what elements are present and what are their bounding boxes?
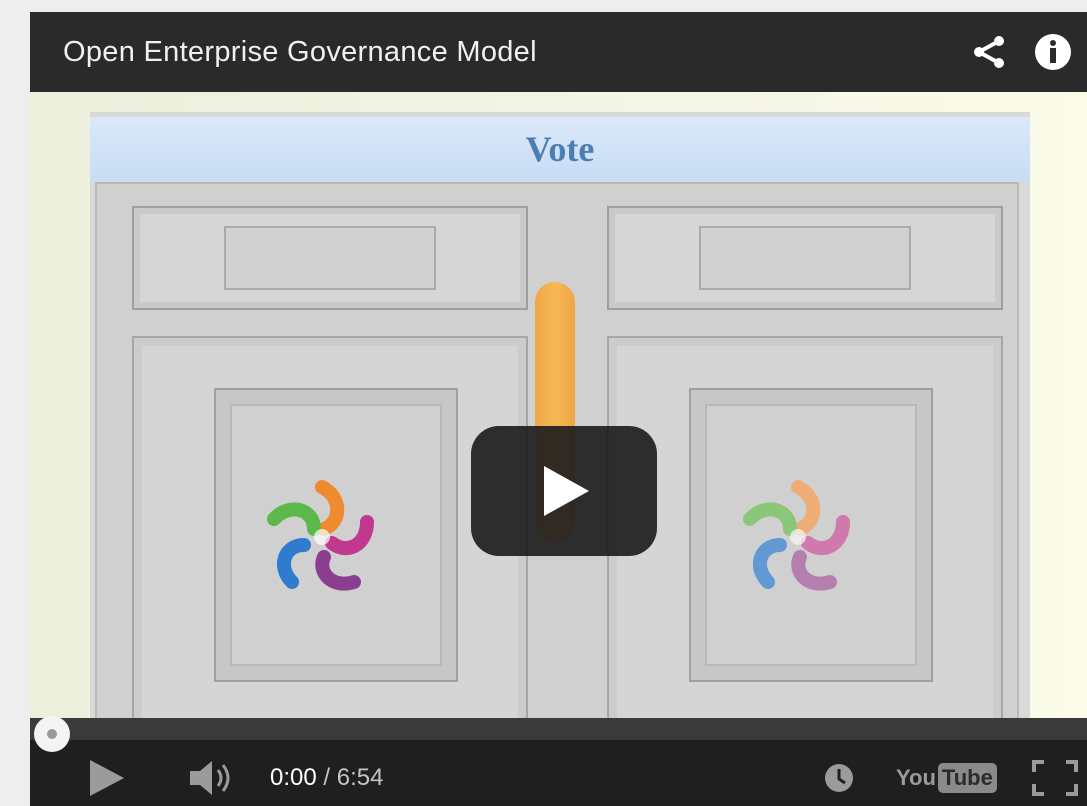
youtube-tube: Tube bbox=[937, 763, 997, 793]
title-actions bbox=[969, 32, 1073, 72]
video-frame[interactable]: Vote bbox=[30, 92, 1087, 718]
total-time: 6:54 bbox=[336, 764, 384, 791]
progress-scrubber[interactable] bbox=[30, 715, 74, 753]
play-icon bbox=[544, 466, 589, 516]
time-display: 0:00 / 6:54 bbox=[270, 758, 383, 798]
fullscreen-icon bbox=[1032, 760, 1078, 796]
vote-banner-text: Vote bbox=[525, 129, 595, 169]
play-icon bbox=[90, 760, 124, 796]
large-play-button[interactable] bbox=[471, 426, 657, 556]
cabinet-drawer-left bbox=[132, 206, 528, 310]
drawer-panel bbox=[224, 226, 436, 290]
progress-bar[interactable] bbox=[30, 718, 1087, 740]
youtube-logo[interactable]: You Tube bbox=[896, 758, 997, 798]
cabinet-drawer-right bbox=[607, 206, 1003, 310]
fullscreen-button[interactable] bbox=[1030, 758, 1080, 798]
youtube-you: You bbox=[896, 765, 936, 790]
vote-banner: Vote bbox=[90, 117, 1030, 181]
control-bar: 0:00 / 6:54 You Tube bbox=[30, 715, 1087, 806]
play-button[interactable] bbox=[88, 758, 126, 798]
info-icon[interactable] bbox=[1033, 32, 1073, 72]
video-title[interactable]: Open Enterprise Governance Model bbox=[63, 36, 537, 69]
watch-later-button[interactable] bbox=[822, 758, 856, 798]
open-enterprise-logo-icon bbox=[738, 477, 858, 602]
drawer-panel bbox=[699, 226, 911, 290]
video-player[interactable]: Open Enterprise Governance Model Vote 0:… bbox=[30, 12, 1087, 806]
open-enterprise-logo-icon bbox=[262, 477, 382, 602]
watch-later-icon bbox=[825, 764, 853, 792]
title-bar: Open Enterprise Governance Model bbox=[30, 12, 1087, 92]
volume-icon bbox=[190, 761, 230, 795]
time-separator: / bbox=[316, 764, 337, 791]
current-time: 0:00 bbox=[270, 764, 317, 791]
share-icon[interactable] bbox=[969, 32, 1009, 72]
volume-button[interactable] bbox=[188, 758, 236, 798]
